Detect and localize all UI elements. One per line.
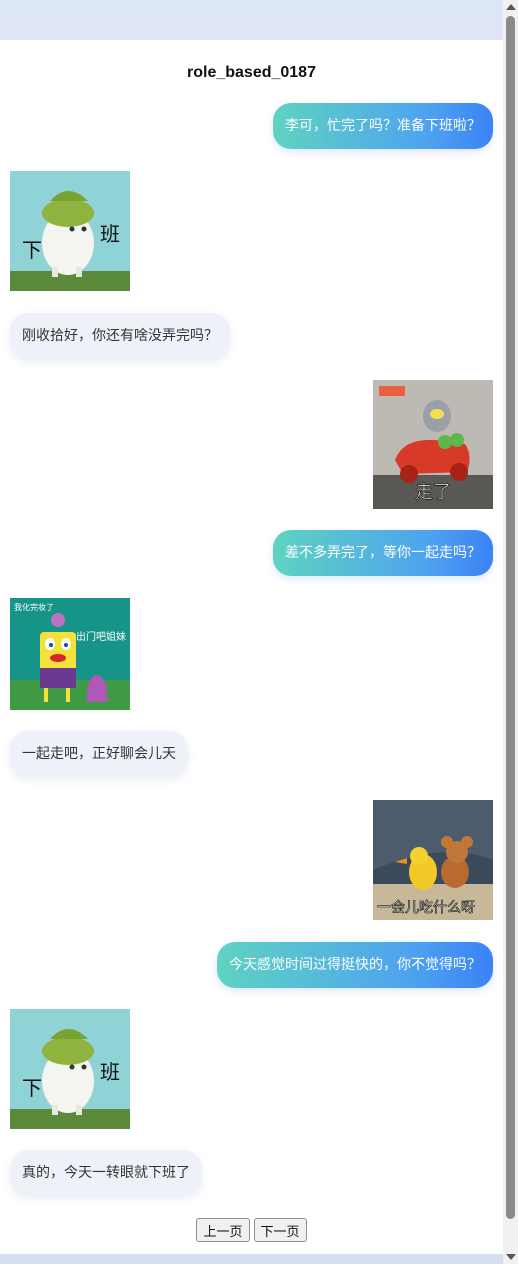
sticker-caption: 出门吧姐妹 bbox=[76, 630, 126, 643]
jerry-sticker-image: 一会儿吃什么呀 bbox=[373, 800, 493, 920]
scroll-down-arrow-icon[interactable] bbox=[506, 1254, 516, 1260]
sticker-caption: 下 bbox=[22, 238, 42, 262]
sticker-caption: 班 bbox=[100, 222, 120, 246]
sticker-caption: 下 bbox=[22, 1076, 42, 1100]
sent-message-bubble: 差不多弄完了，等你一起走吗？ bbox=[273, 530, 493, 576]
page-title: role_based_0187 bbox=[187, 64, 316, 81]
sticker-caption: 一会儿吃什么呀 bbox=[377, 900, 475, 916]
sticker-caption: 走了 bbox=[415, 482, 451, 503]
radish-sticker-image: 下 班 bbox=[10, 171, 130, 291]
sent-message-bubble: 李可，忙完了吗？准备下班啦？ bbox=[273, 103, 493, 149]
received-message-bubble: 一起走吧，正好聊会儿天 bbox=[10, 731, 188, 777]
next-page-button[interactable]: 下一页 bbox=[253, 1218, 307, 1242]
scrollbar-thumb[interactable] bbox=[506, 16, 515, 1219]
sticker-caption: 我化完妆了 bbox=[14, 602, 54, 612]
sent-message-bubble: 今天感觉时间过得挺快的，你不觉得吗？ bbox=[217, 942, 493, 988]
ultraman-car-sticker-image: 走了 bbox=[373, 380, 493, 509]
scroll-up-arrow-icon[interactable] bbox=[506, 4, 516, 10]
sticker-caption: 班 bbox=[100, 1060, 120, 1084]
pagination: 上一页 下一页 bbox=[0, 1218, 503, 1242]
received-message-bubble: 刚收拾好，你还有啥没弄完吗？ bbox=[10, 313, 230, 359]
received-message-bubble: 真的，今天一转眼就下班了 bbox=[10, 1150, 202, 1196]
vertical-scrollbar[interactable] bbox=[503, 0, 518, 1264]
prev-page-button[interactable]: 上一页 bbox=[196, 1218, 250, 1242]
radish-sticker-image: 下 班 bbox=[10, 1009, 130, 1129]
spongebob-sticker-image: 我化完妆了 出门吧姐妹 bbox=[10, 598, 130, 710]
chat-page: role_based_0187 李可，忙完了吗？准备下班啦？ 下 班 刚收拾好，… bbox=[0, 40, 503, 1254]
